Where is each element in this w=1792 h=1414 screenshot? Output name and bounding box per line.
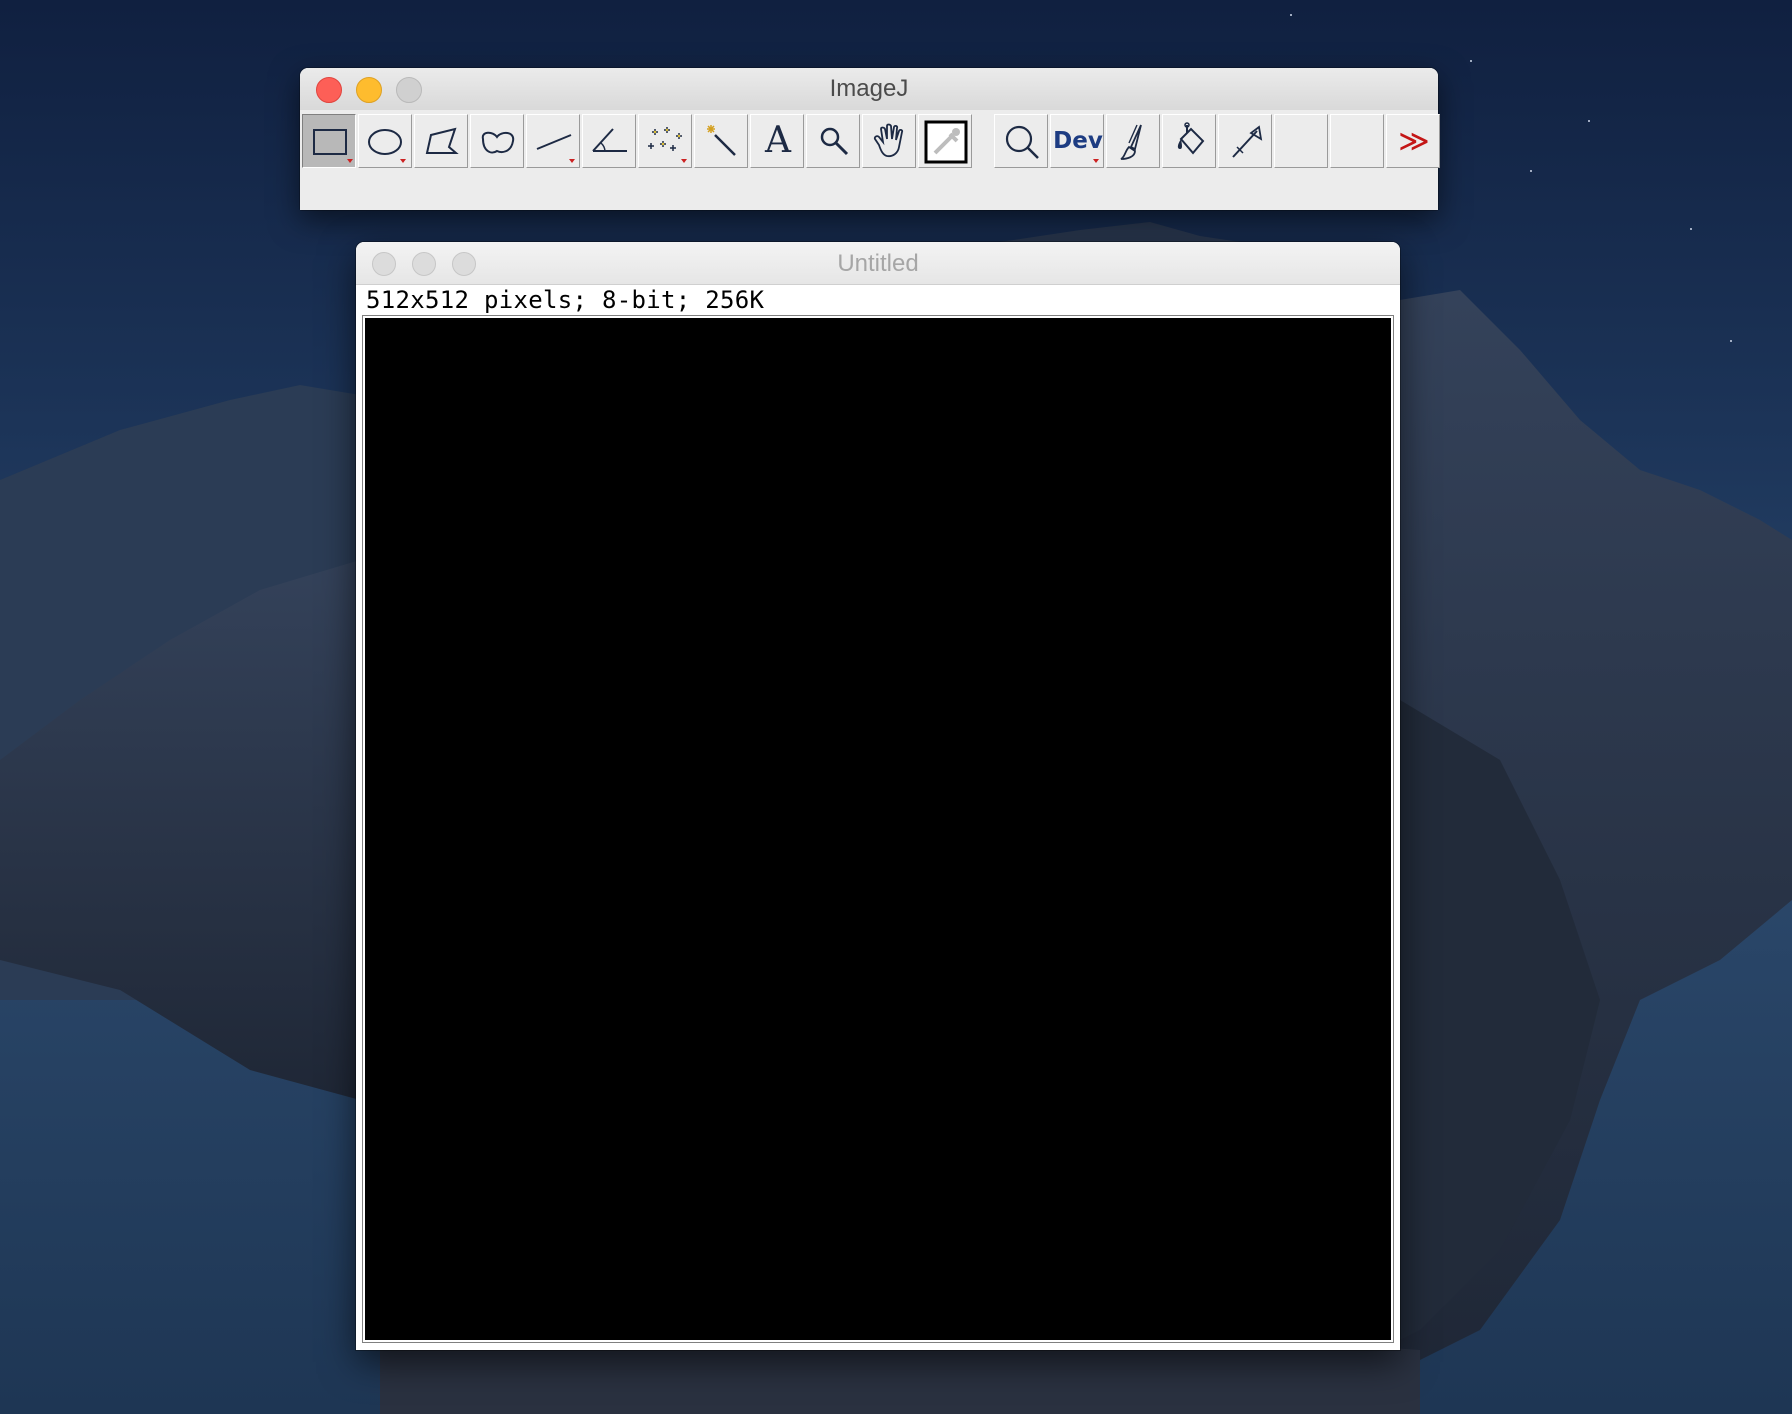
zoom-tool[interactable] bbox=[994, 114, 1048, 168]
color-picker-icon bbox=[924, 120, 968, 164]
image-info: 512x512 pixels; 8-bit; 256K bbox=[366, 286, 765, 314]
zoom-window-button[interactable] bbox=[396, 77, 422, 103]
minimize-window-button[interactable] bbox=[412, 252, 436, 276]
angle-icon bbox=[592, 128, 627, 152]
image-titlebar[interactable]: Untitled bbox=[356, 242, 1400, 285]
star bbox=[1530, 170, 1532, 172]
close-window-button[interactable] bbox=[372, 252, 396, 276]
dev-menu-tool[interactable]: Dev bbox=[1050, 114, 1104, 168]
empty-slot-1[interactable] bbox=[1274, 114, 1328, 168]
brush-icon bbox=[1120, 124, 1142, 160]
multipoint-icon bbox=[648, 127, 687, 163]
line-tool[interactable] bbox=[526, 114, 580, 168]
image-canvas[interactable] bbox=[362, 315, 1394, 1343]
image-window: Untitled 512x512 pixels; 8-bit; 256K bbox=[356, 242, 1400, 1350]
text-icon: A bbox=[765, 120, 791, 161]
pencil-tool[interactable] bbox=[1218, 114, 1272, 168]
color-picker-tool[interactable] bbox=[918, 114, 972, 168]
zoom-window-button[interactable] bbox=[452, 252, 476, 276]
freehand-tool[interactable] bbox=[470, 114, 524, 168]
zoom-icon bbox=[1005, 125, 1039, 159]
hand-icon bbox=[873, 123, 904, 158]
tool-bar: A Dev ≫ bbox=[302, 112, 1440, 168]
text-tool[interactable]: A bbox=[750, 114, 804, 168]
wand-icon bbox=[707, 125, 736, 156]
star bbox=[1730, 340, 1732, 342]
freehand-icon bbox=[481, 131, 515, 154]
line-icon bbox=[536, 134, 575, 163]
status-bar bbox=[300, 170, 1438, 210]
star bbox=[1470, 60, 1472, 62]
polygon-tool[interactable] bbox=[414, 114, 468, 168]
window-title: ImageJ bbox=[829, 75, 909, 102]
imagej-toolbar-window: ImageJ A Dev ≫ bbox=[300, 68, 1440, 210]
star bbox=[1290, 14, 1292, 16]
star bbox=[1690, 228, 1692, 230]
empty-slot-2[interactable] bbox=[1330, 114, 1384, 168]
rectangle-icon bbox=[313, 129, 353, 163]
pencil-icon bbox=[1232, 125, 1263, 158]
close-window-button[interactable] bbox=[316, 77, 342, 103]
multipoint-tool[interactable] bbox=[638, 114, 692, 168]
imagej-titlebar[interactable]: ImageJ bbox=[300, 68, 1438, 110]
flood-fill-tool[interactable] bbox=[1162, 114, 1216, 168]
star bbox=[1588, 120, 1590, 122]
image-title: Untitled bbox=[837, 250, 919, 277]
oval-tool[interactable] bbox=[358, 114, 412, 168]
magnifier-icon bbox=[820, 127, 849, 156]
dropdown-marker-icon bbox=[1093, 159, 1099, 163]
angle-tool[interactable] bbox=[582, 114, 636, 168]
minimize-window-button[interactable] bbox=[356, 77, 382, 103]
wand-tool[interactable] bbox=[694, 114, 748, 168]
rectangle-tool[interactable] bbox=[302, 114, 356, 168]
brush-tool[interactable] bbox=[1106, 114, 1160, 168]
oval-icon bbox=[368, 129, 406, 163]
more-tools-switch[interactable]: ≫ bbox=[1386, 114, 1440, 168]
magnifier-tool[interactable] bbox=[806, 114, 860, 168]
double-chevron-right-icon: ≫ bbox=[1398, 124, 1430, 159]
hand-tool[interactable] bbox=[862, 114, 916, 168]
polygon-icon bbox=[425, 127, 459, 154]
flood-fill-icon bbox=[1177, 122, 1205, 155]
